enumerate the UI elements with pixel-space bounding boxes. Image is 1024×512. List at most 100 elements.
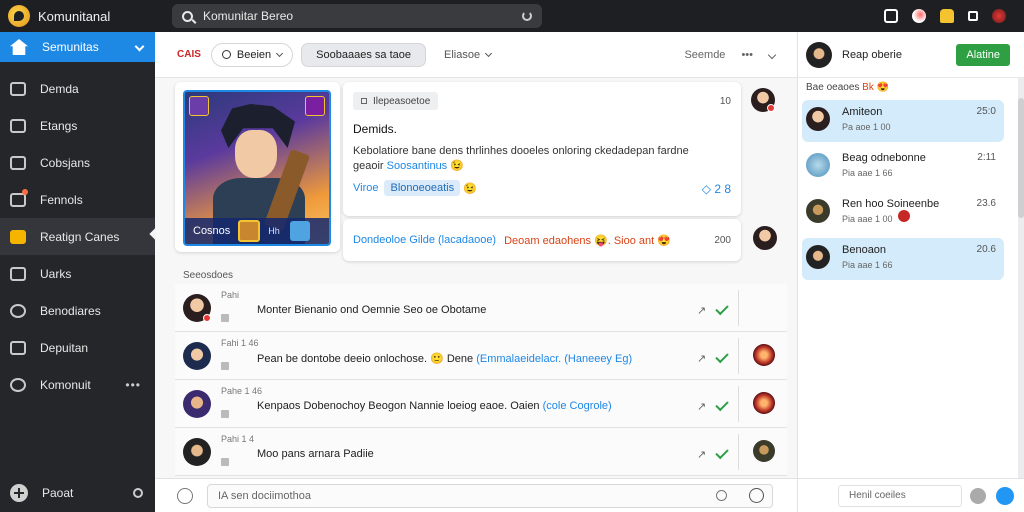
item-actions: ↗ — [697, 397, 729, 413]
avatar[interactable] — [806, 199, 830, 223]
avatar[interactable] — [806, 107, 830, 131]
conversation-preview: Pia aae 1 66 — [842, 260, 893, 270]
search-input[interactable]: Komunitar Bereo — [172, 4, 542, 28]
check-icon[interactable] — [715, 397, 729, 412]
forward-icon[interactable]: ↗ — [697, 352, 706, 365]
activity-feed: Pahi Monter Bienanio ond Oemnie Seo oe O… — [175, 284, 787, 476]
conversation-name: Amiteon — [842, 106, 883, 118]
avatar[interactable] — [806, 153, 830, 177]
emoji-icon[interactable] — [970, 487, 986, 504]
sticker-icon[interactable] — [749, 488, 764, 503]
list-item[interactable]: Pahi 1 4 Moo pans arnara Padiie ↗ — [175, 428, 787, 476]
sidebar-item-semunitas[interactable]: Semunitas — [0, 32, 155, 62]
more-icon[interactable]: ••• — [741, 49, 753, 61]
post-footer-label[interactable]: Viroe — [353, 182, 378, 194]
sidebar-item-benodiares[interactable]: Benodiares — [0, 292, 155, 329]
sidebar-item-depuitan[interactable]: Depuitan — [0, 329, 155, 366]
voice-search-icon[interactable] — [522, 11, 532, 21]
meta-icon — [221, 314, 229, 322]
check-icon[interactable] — [715, 445, 729, 460]
avatar[interactable] — [806, 41, 832, 68]
globe-icon[interactable] — [912, 9, 926, 23]
featured-game-card[interactable]: Cosnos Hh — [175, 82, 340, 252]
check-icon[interactable] — [715, 349, 729, 364]
reply-card[interactable]: Dondeoloe Gilde (lacadaooe) Deoam edaohe… — [343, 219, 741, 261]
avatar[interactable] — [753, 392, 775, 414]
forward-icon[interactable]: ↗ — [697, 448, 706, 461]
message-input[interactable]: IA sen dociimothoa — [207, 483, 773, 508]
conversation-item[interactable]: Ren hoo Soineenbe Pia aae 1 00 23.6 — [802, 192, 1004, 234]
avatar[interactable] — [753, 440, 775, 462]
conversation-item[interactable]: Benoaon Pia aae 1 66 20.6 — [802, 238, 1004, 280]
sidebar-item-label: Semunitas — [42, 40, 99, 54]
filter-selected[interactable]: Soobaaaes sa taoe — [301, 42, 426, 67]
sidebar-item-etangs[interactable]: Etangs — [0, 107, 155, 144]
scrollbar[interactable] — [1018, 78, 1024, 478]
item-text-main: Moo pans arnara Padiie — [257, 448, 374, 460]
more-icon[interactable]: ••• — [125, 378, 141, 392]
attach-icon[interactable] — [716, 490, 727, 501]
forward-icon[interactable]: ↗ — [697, 304, 706, 317]
post-card[interactable]: Ilepeasoetoe 10 Demids. Kebolatiore bane… — [343, 82, 741, 216]
bookmark-icon[interactable] — [884, 9, 898, 23]
list-item[interactable]: Fahi 1 46 Pean be dontobe deeio onlochos… — [175, 332, 787, 380]
filter-dropdown[interactable]: Beeien — [210, 42, 294, 67]
sidebar-item-fennols[interactable]: Fennols — [0, 181, 155, 218]
main-content: CAIS Beeien Soobaaaes sa taoe Eliasoe Se… — [155, 32, 797, 512]
chevron-down-icon[interactable] — [767, 50, 777, 59]
item-link[interactable]: (cole Cogrole) — [543, 400, 612, 412]
sidebar-item-paoat[interactable]: Paoat — [0, 474, 155, 512]
item-text: Moo pans arnara Padiie — [257, 448, 374, 460]
send-icon[interactable] — [996, 486, 1014, 505]
sidebar-item-demda[interactable]: Demda — [0, 70, 155, 107]
file-icon — [10, 155, 26, 170]
top-icons — [884, 9, 1024, 23]
check-icon[interactable] — [715, 301, 729, 316]
filter-label: Beeien — [236, 48, 272, 61]
app-name: Komunitanal — [38, 8, 111, 24]
forward-icon[interactable]: ↗ — [697, 400, 706, 413]
scrollbar-thumb[interactable] — [1018, 98, 1024, 218]
header-right-label[interactable]: Seemde — [684, 49, 725, 61]
profile-avatar-icon[interactable] — [992, 9, 1006, 23]
avatar[interactable] — [753, 344, 775, 366]
sidebar-item-reatign-canes[interactable]: Reatign Canes — [0, 218, 155, 255]
list-item[interactable]: Pahi Monter Bienanio ond Oemnie Seo oe O… — [175, 284, 787, 332]
avatar[interactable] — [806, 245, 830, 269]
home-icon — [10, 39, 28, 55]
conversation-item[interactable]: Beag odnebonne Pia aae 1 66 2:11 — [802, 146, 1004, 188]
avatar[interactable] — [183, 342, 211, 370]
conversation-item[interactable]: Amiteon Pa aoe 1 00 25:0 — [802, 100, 1004, 142]
brand[interactable]: Komunitanal — [0, 5, 160, 27]
item-meta: Pahe 1 46 — [221, 386, 263, 396]
notification-icon[interactable] — [940, 9, 954, 23]
follow-button[interactable]: Alatine — [956, 43, 1010, 66]
avatar[interactable] — [753, 226, 777, 250]
sidebar-item-cobsjans[interactable]: Cobsjans — [0, 144, 155, 181]
post-footer: Viroe Blonoeoeatis 😉 — [353, 180, 477, 196]
post-link[interactable]: Soosantinus — [387, 160, 448, 172]
list-item[interactable]: Pahe 1 46 Kenpaos Dobenochoy Beogon Nann… — [175, 380, 787, 428]
apps-icon[interactable] — [968, 11, 978, 21]
avatar[interactable] — [183, 438, 211, 466]
post-body-text: geaoir — [353, 160, 384, 172]
online-badge — [203, 314, 211, 322]
conversation-name: Beag odnebonne — [842, 152, 926, 164]
item-link[interactable]: (Emmalaeidelacr. (Haneeey Eg) — [476, 353, 632, 365]
sidebar: Semunitas Demda Etangs Cobsjans Fennols … — [0, 32, 155, 512]
sidebar-item-uarks[interactable]: Uarks — [0, 255, 155, 292]
post-chip[interactable]: Blonoeoeatis — [384, 180, 461, 196]
sidebar-item-komonuit[interactable]: Komonuit ••• — [0, 366, 155, 403]
reply-link[interactable]: Dondeoloe Gilde (lacadaooe) — [353, 234, 496, 246]
chat-subtitle-text: Bae oeaoes — [806, 82, 863, 93]
chat-input[interactable]: Henil coeiles — [838, 484, 962, 507]
add-icon — [10, 484, 28, 502]
emoji-icon[interactable] — [177, 487, 193, 504]
section-label: Seeosdoes — [183, 270, 234, 281]
chat-placeholder: Henil coeiles — [849, 490, 906, 501]
post-tag[interactable]: Ilepeasoetoe — [353, 92, 439, 110]
filter-options[interactable]: Eliasoe — [433, 42, 502, 67]
avatar[interactable] — [183, 390, 211, 418]
post-stat[interactable]: ◇ 2 8 — [702, 182, 731, 196]
item-meta: Fahi 1 46 — [221, 338, 259, 348]
